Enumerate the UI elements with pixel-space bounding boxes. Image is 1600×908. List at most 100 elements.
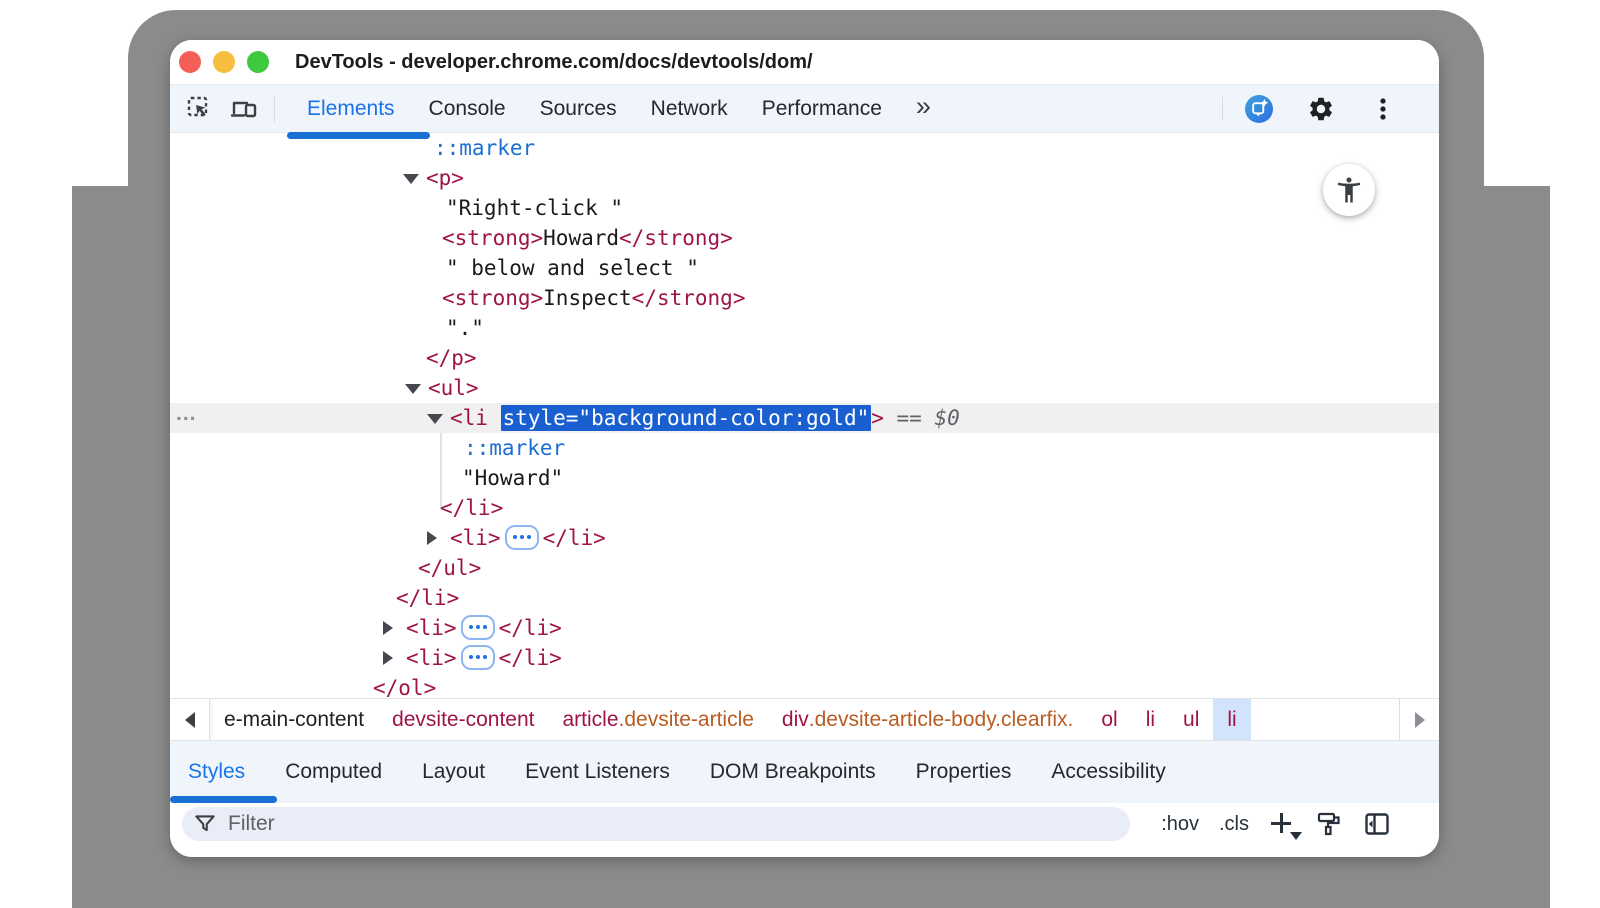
dom-tree-row[interactable]: "." (170, 313, 1439, 343)
code-token-tag: <strong> (442, 286, 543, 310)
code-token-tag: <li> (450, 526, 501, 550)
dom-tree-row[interactable]: "Howard" (170, 463, 1439, 493)
code-token-tag: <li> (406, 646, 457, 670)
breadcrumb-item[interactable]: li (1213, 699, 1250, 740)
dom-tree-row[interactable]: </ul> (170, 553, 1439, 583)
breadcrumb-part-tag: devsite-content (392, 708, 534, 732)
toolbar-divider (1222, 97, 1223, 121)
screenshot-stage: DevTools - developer.chrome.com/docs/dev… (0, 0, 1600, 908)
dom-tree-row[interactable]: <li></li> (170, 613, 1439, 643)
devtools-toolbar: Elements Console Sources Network Performance… (170, 85, 1439, 133)
styles-tab-properties[interactable]: Properties (916, 760, 1012, 784)
code-token-text: Inspect (543, 286, 632, 310)
styles-panel-tabbar: Styles Computed Layout Event Listeners DOM B… (170, 740, 1439, 803)
dom-tree-row[interactable]: <strong>Howard</strong> (170, 223, 1439, 253)
code-token-text: "Right-click " (446, 196, 623, 220)
code-token-pseudo: ::marker (464, 436, 565, 460)
styles-tab-dom-breakpoints[interactable]: DOM Breakpoints (710, 760, 876, 784)
code-token-selected: style="background-color:gold" (501, 405, 872, 431)
breadcrumb-item[interactable]: li (1132, 699, 1169, 740)
dom-tree-row[interactable]: ::marker (170, 433, 1439, 463)
left-arrow-icon (185, 712, 195, 728)
dom-tree-row[interactable]: " below and select " (170, 253, 1439, 283)
breadcrumb-item[interactable]: div.devsite-article-body.clearfix. (768, 699, 1087, 740)
breadcrumb-part-tag: ul (1183, 708, 1199, 732)
tab-console[interactable]: Console (429, 97, 506, 121)
panel-tabs: Elements Console Sources Network Performance (307, 85, 882, 132)
styles-tab-accessibility[interactable]: Accessibility (1051, 760, 1165, 784)
zoom-window-button[interactable] (247, 51, 269, 73)
element-classes-button[interactable]: .cls (1219, 813, 1249, 836)
add-style-rule-icon[interactable] (1269, 811, 1295, 837)
code-token-dollar: $0 (934, 406, 959, 430)
code-token-text: "." (446, 316, 484, 340)
dom-tree-row[interactable]: ...<li style="background-color:gold"> ==… (170, 403, 1439, 433)
right-arrow-icon (1415, 712, 1425, 728)
window-bottom-padding (170, 845, 1439, 857)
disclosure-arrow-right[interactable] (383, 621, 393, 635)
device-toolbar-icon[interactable] (230, 95, 258, 123)
code-token-tag: </strong> (632, 286, 746, 310)
dom-tree-row[interactable]: </ol> (170, 673, 1439, 698)
styles-tab-computed[interactable]: Computed (285, 760, 382, 784)
styles-toolbar-controls: :hov .cls (1161, 803, 1391, 845)
styles-tab-styles[interactable]: Styles (188, 760, 245, 784)
dom-tree-row[interactable]: </p> (170, 343, 1439, 373)
more-tabs-icon[interactable]: » (916, 93, 931, 124)
code-token-text: "Howard" (462, 466, 563, 490)
disclosure-arrow-down[interactable] (427, 414, 443, 424)
code-token-text: " below and select " (446, 256, 699, 280)
code-token-tag: <strong> (442, 226, 543, 250)
tab-sources[interactable]: Sources (540, 97, 617, 121)
dom-tree-row[interactable]: <p> (170, 163, 1439, 193)
breadcrumb-item[interactable]: devsite-content (378, 699, 548, 740)
disclosure-arrow-right[interactable] (427, 531, 437, 545)
code-token-pseudo: ::marker (434, 136, 535, 160)
dom-tree-row[interactable]: <li></li> (170, 523, 1439, 553)
dom-tree-row[interactable]: </li> (170, 493, 1439, 523)
expand-ellipsis-button[interactable] (461, 645, 495, 670)
minimize-window-button[interactable] (213, 51, 235, 73)
close-window-button[interactable] (179, 51, 201, 73)
toggle-element-state-button[interactable]: :hov (1161, 813, 1199, 836)
disclosure-arrow-down[interactable] (405, 384, 421, 394)
breadcrumb-part-tag: li (1227, 708, 1236, 732)
code-token-tag: </li> (440, 496, 503, 520)
breadcrumb-scroll-left-button[interactable] (170, 699, 210, 740)
disclosure-arrow-down[interactable] (403, 174, 419, 184)
dom-tree-row[interactable]: "Right-click " (170, 193, 1439, 223)
code-token-tag: </ul> (418, 556, 481, 580)
breadcrumb-part-plain: e-main-content (224, 708, 364, 732)
inspect-icon[interactable] (186, 95, 214, 123)
breadcrumb-item[interactable]: article.devsite-article (549, 699, 768, 740)
dock-side-icon[interactable] (1363, 810, 1391, 838)
active-styles-tab-indicator (170, 796, 277, 803)
dom-tree-row[interactable]: <strong>Inspect</strong> (170, 283, 1439, 313)
disclosure-arrow-right[interactable] (383, 651, 393, 665)
breadcrumb-item[interactable]: e-main-content (210, 699, 378, 740)
dom-tree-row[interactable]: <ul> (170, 373, 1439, 403)
settings-gear-icon[interactable] (1307, 95, 1335, 123)
row-gutter-ellipsis[interactable]: ... (176, 399, 197, 429)
filter-input[interactable] (228, 812, 1088, 836)
breadcrumb-part-tag: div (782, 708, 809, 732)
styles-tab-layout[interactable]: Layout (422, 760, 485, 784)
ai-assistant-icon[interactable] (1245, 95, 1273, 123)
tab-performance[interactable]: Performance (762, 97, 882, 121)
breadcrumb-part-cls: .devsite-article (619, 708, 754, 732)
breadcrumb-item[interactable]: ul (1169, 699, 1213, 740)
styles-tab-event-listeners[interactable]: Event Listeners (525, 760, 670, 784)
kebab-menu-icon[interactable] (1369, 95, 1397, 123)
dom-tree-row[interactable]: </li> (170, 583, 1439, 613)
expand-ellipsis-button[interactable] (505, 525, 539, 550)
tab-network[interactable]: Network (651, 97, 728, 121)
breadcrumb-part-tag: ol (1101, 708, 1117, 732)
expand-ellipsis-button[interactable] (461, 615, 495, 640)
dom-tree-row[interactable]: <li></li> (170, 643, 1439, 673)
breadcrumb-item[interactable]: ol (1087, 699, 1131, 740)
paint-roller-icon[interactable] (1315, 810, 1343, 838)
funnel-icon (192, 811, 218, 837)
styles-filter-field[interactable] (182, 807, 1130, 841)
breadcrumb-scroll-right-button[interactable] (1399, 699, 1439, 740)
tab-elements[interactable]: Elements (307, 97, 395, 121)
